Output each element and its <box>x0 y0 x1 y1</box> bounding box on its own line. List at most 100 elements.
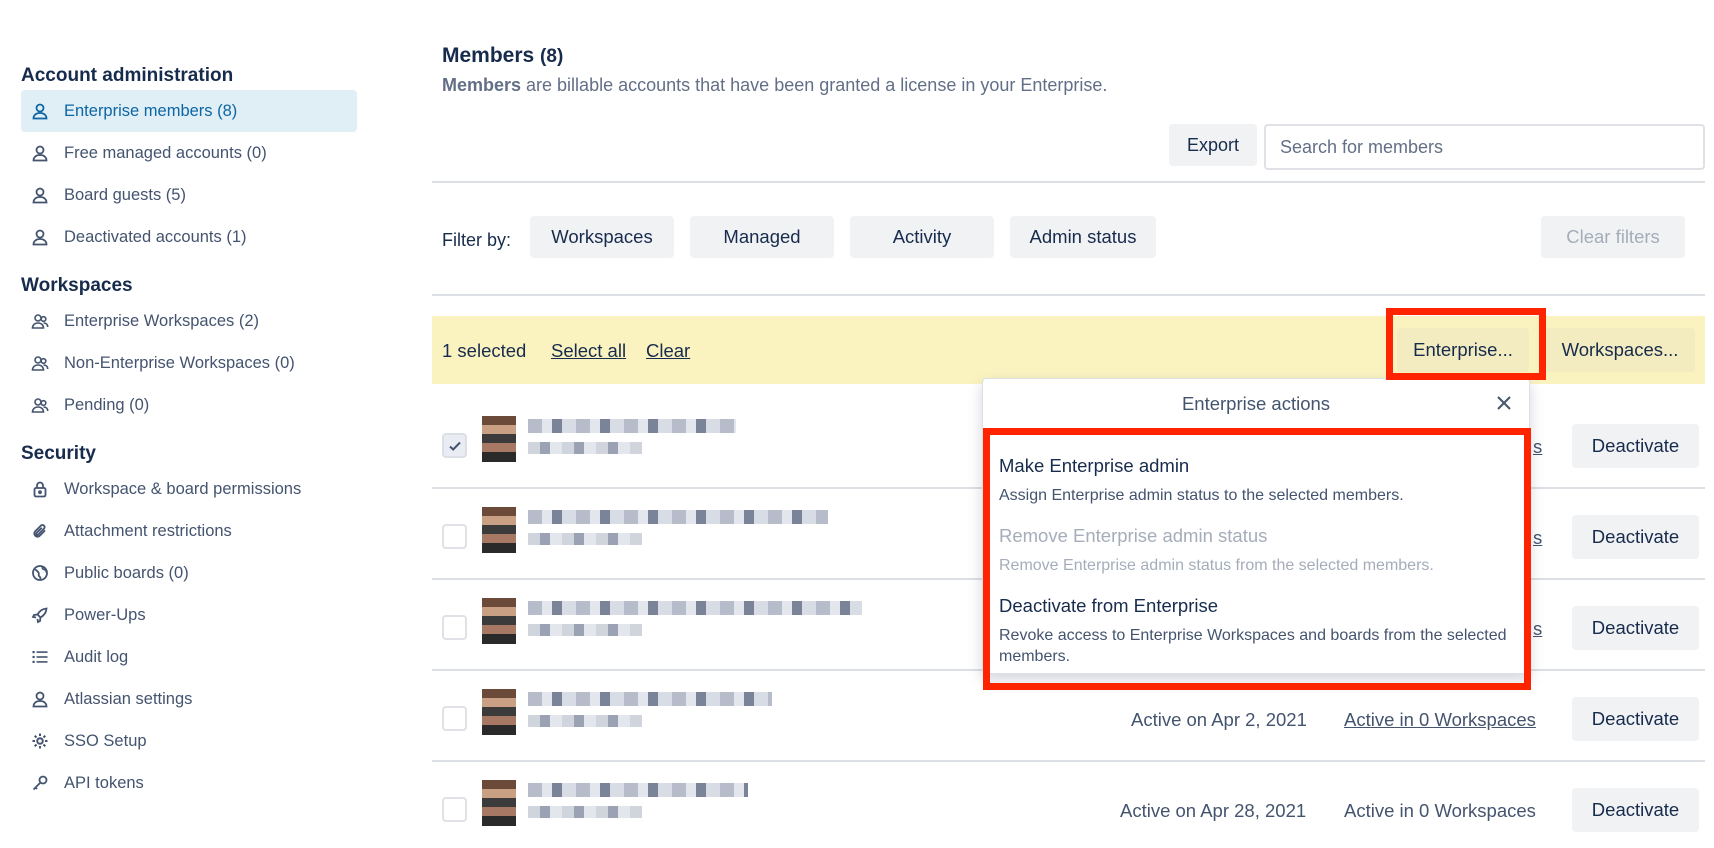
deactivate-button[interactable]: Deactivate <box>1572 697 1699 741</box>
filter-admin-status-button[interactable]: Admin status <box>1010 216 1156 258</box>
sidebar-item-label: Board guests (5) <box>64 185 186 204</box>
row-checkbox[interactable] <box>442 433 467 458</box>
avatar <box>482 507 516 553</box>
workspaces-actions-button[interactable]: Workspaces... <box>1545 328 1695 372</box>
member-name-redacted <box>528 419 736 433</box>
make-enterprise-admin-action[interactable]: Make Enterprise admin Assign Enterprise … <box>999 455 1509 506</box>
filter-managed-button[interactable]: Managed <box>690 216 834 258</box>
action-description: Assign Enterprise admin status to the se… <box>999 487 1404 504</box>
action-title: Deactivate from Enterprise <box>999 595 1219 616</box>
enterprise-actions-popover: Enterprise actions Make Enterprise admin… <box>982 378 1530 674</box>
section-workspaces: Workspaces Enterprise Workspaces (2) Non… <box>21 272 357 426</box>
sidebar-item-deactivated-accounts[interactable]: Deactivated accounts (1) <box>21 216 357 258</box>
search-input[interactable] <box>1264 124 1705 170</box>
member-email-redacted <box>528 442 642 454</box>
sidebar-item-label: Enterprise Workspaces (2) <box>64 311 260 330</box>
row-checkbox[interactable] <box>442 615 467 640</box>
clear-selection-link[interactable]: Clear <box>646 340 690 362</box>
sidebar-item-label: SSO Setup <box>64 731 147 750</box>
team-icon <box>31 354 49 372</box>
page-title: Members (8) <box>442 44 563 68</box>
sidebar-item-label: Atlassian settings <box>64 689 193 708</box>
action-title: Remove Enterprise admin status <box>999 525 1268 546</box>
sidebar-item-label: Public boards (0) <box>64 563 189 582</box>
filter-activity-button[interactable]: Activity <box>850 216 994 258</box>
sidebar-item-label: Power-Ups <box>64 605 146 624</box>
workspaces-link[interactable]: s <box>1533 618 1542 640</box>
last-active-text: Active on Apr 28, 2021 <box>1120 800 1307 821</box>
row-checkbox[interactable] <box>442 524 467 549</box>
sidebar-item-board-guests[interactable]: Board guests (5) <box>21 174 357 216</box>
person-icon <box>31 690 49 708</box>
key-icon <box>31 774 49 792</box>
filter-label: Filter by: <box>442 230 512 250</box>
deactivate-button[interactable]: Deactivate <box>1572 788 1699 832</box>
sidebar-item-non-enterprise-workspaces[interactable]: Non-Enterprise Workspaces (0) <box>21 342 357 384</box>
close-icon[interactable] <box>1495 394 1513 412</box>
deactivate-button[interactable]: Deactivate <box>1572 515 1699 559</box>
action-description: Remove Enterprise admin status from the … <box>999 557 1434 574</box>
sidebar-item-attachment-restrictions[interactable]: Attachment restrictions <box>21 510 357 552</box>
clear-filters-button[interactable]: Clear filters <box>1541 216 1685 258</box>
sidebar-item-label: Enterprise members (8) <box>64 101 238 120</box>
filter-workspaces-button[interactable]: Workspaces <box>530 216 674 258</box>
globe-icon <box>31 564 49 582</box>
sidebar-item-sso-setup[interactable]: SSO Setup <box>21 720 357 762</box>
rocket-icon <box>31 606 49 624</box>
sidebar-item-audit-log[interactable]: Audit log <box>21 636 357 678</box>
workspaces-link[interactable]: Active in 0 Workspaces <box>1344 709 1536 731</box>
workspaces-link[interactable]: s <box>1533 436 1542 458</box>
popover-title: Enterprise actions <box>1181 393 1331 414</box>
selected-count: 1 selected <box>442 340 527 361</box>
sidebar-item-label: Pending (0) <box>64 395 150 414</box>
deactivate-button[interactable]: Deactivate <box>1572 424 1699 468</box>
sidebar-item-label: Audit log <box>64 647 129 666</box>
workspaces-link[interactable]: s <box>1533 527 1542 549</box>
person-icon <box>31 102 49 120</box>
section-security: Security Workspace & board permissions A… <box>21 440 357 804</box>
member-email-redacted <box>528 533 642 545</box>
sidebar-item-public-boards[interactable]: Public boards (0) <box>21 552 357 594</box>
export-button[interactable]: Export <box>1169 124 1257 166</box>
divider <box>432 294 1705 296</box>
sidebar-item-label: Non-Enterprise Workspaces (0) <box>64 353 295 372</box>
member-email-redacted <box>528 624 642 636</box>
team-icon <box>31 312 49 330</box>
sidebar-item-label: Free managed accounts (0) <box>64 143 267 162</box>
sidebar-item-api-tokens[interactable]: API tokens <box>21 762 357 804</box>
list-icon <box>31 648 49 666</box>
sidebar-item-enterprise-workspaces[interactable]: Enterprise Workspaces (2) <box>21 300 357 342</box>
deactivate-button[interactable]: Deactivate <box>1572 606 1699 650</box>
divider <box>432 181 1705 183</box>
person-icon <box>31 228 49 246</box>
avatar <box>482 689 516 735</box>
deactivate-from-enterprise-action[interactable]: Deactivate from Enterprise Revoke access… <box>999 595 1509 667</box>
last-active-text: Active on Apr 2, 2021 <box>1131 709 1307 730</box>
enterprise-actions-button[interactable]: Enterprise... <box>1397 328 1529 372</box>
lock-icon <box>31 480 49 498</box>
sidebar-item-label: Workspace & board permissions <box>64 479 302 498</box>
check-icon <box>448 441 461 451</box>
select-all-link[interactable]: Select all <box>551 340 626 362</box>
sidebar: Account administration Enterprise member… <box>21 62 357 804</box>
section-title: Security <box>21 443 96 464</box>
section-title: Workspaces <box>21 275 133 296</box>
action-title: Make Enterprise admin <box>999 455 1190 476</box>
sidebar-item-label: Attachment restrictions <box>64 521 232 540</box>
sidebar-item-enterprise-members[interactable]: Enterprise members (8) <box>21 90 357 132</box>
sidebar-item-atlassian-settings[interactable]: Atlassian settings <box>21 678 357 720</box>
row-checkbox[interactable] <box>442 706 467 731</box>
sidebar-item-workspace-board-permissions[interactable]: Workspace & board permissions <box>21 468 357 510</box>
page-title-text: Members <box>442 44 535 67</box>
row-checkbox[interactable] <box>442 797 467 822</box>
table-row[interactable]: Active on Apr 28, 2021 Active in 0 Works… <box>432 762 1705 848</box>
table-row[interactable]: Active on Apr 2, 2021 Active in 0 Worksp… <box>432 671 1705 762</box>
gear-icon <box>31 732 49 750</box>
avatar <box>482 598 516 644</box>
sidebar-item-pending[interactable]: Pending (0) <box>21 384 357 426</box>
sidebar-item-free-managed-accounts[interactable]: Free managed accounts (0) <box>21 132 357 174</box>
person-icon <box>31 144 49 162</box>
paperclip-icon <box>31 522 49 540</box>
remove-enterprise-admin-action: Remove Enterprise admin status Remove En… <box>999 525 1509 576</box>
sidebar-item-power-ups[interactable]: Power-Ups <box>21 594 357 636</box>
